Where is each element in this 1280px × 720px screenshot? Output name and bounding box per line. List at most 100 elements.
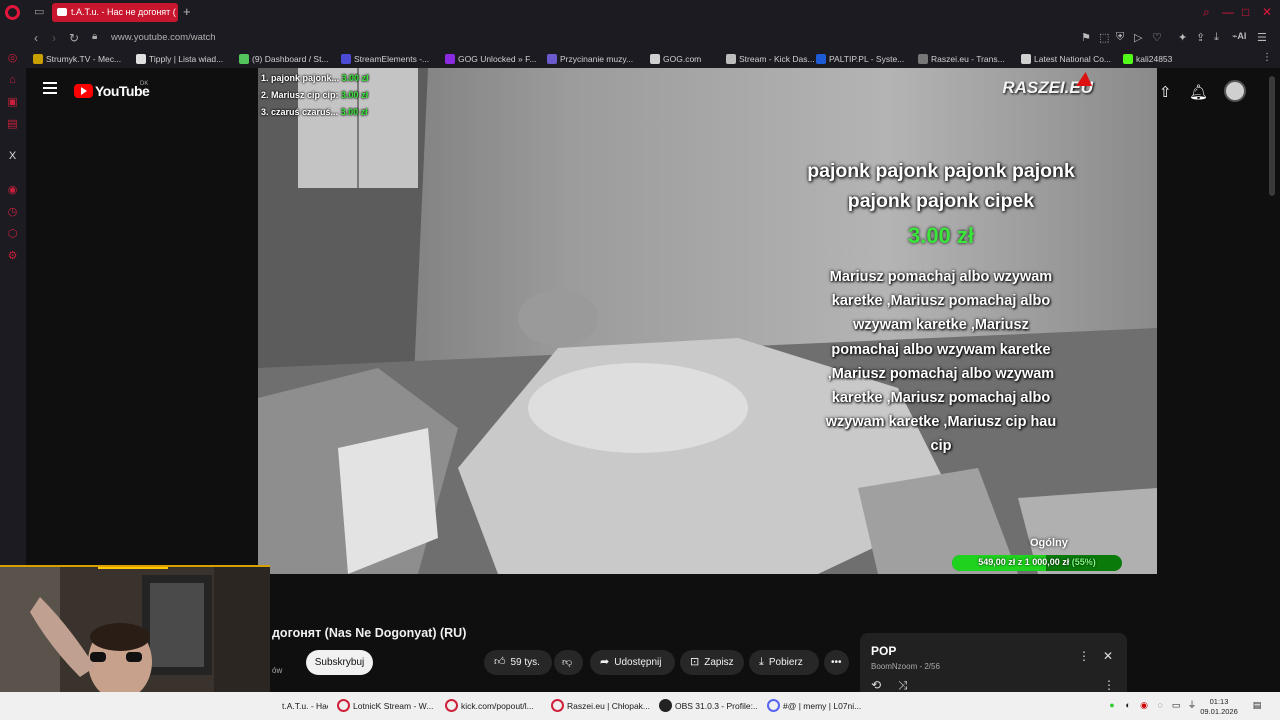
download-icon[interactable]: ⤓: [1214, 31, 1219, 44]
bookmark-favicon-icon: [726, 54, 736, 64]
scroll-thumb[interactable]: [1269, 76, 1275, 196]
bookmark-item[interactable]: PALTIP.PL - Syste...: [816, 54, 904, 64]
workspaces-icon[interactable]: ⌂: [6, 74, 19, 87]
share-label: Udostępnij: [614, 657, 662, 668]
upload-icon[interactable]: ⇧: [1159, 83, 1172, 101]
goal-percent: (55%): [1071, 557, 1096, 567]
tab-active[interactable]: t.A.T.u. - Нас не догонят (: [52, 3, 178, 22]
taskbar-item[interactable]: kick.com/popout/l...: [442, 696, 542, 716]
donation-amount: 3.00 zł: [907, 223, 975, 248]
playlist-menu-icon[interactable]: ⋮: [1103, 678, 1115, 692]
bookmark-favicon-icon: [1123, 54, 1133, 64]
more-actions-button[interactable]: •••: [824, 650, 849, 675]
tray-network-icon[interactable]: ▭: [1171, 700, 1181, 710]
bookmark-item[interactable]: StreamElements -...: [341, 54, 429, 64]
notification-center-icon[interactable]: ▤: [1252, 700, 1262, 710]
opera-logo-icon[interactable]: [5, 5, 20, 20]
heart-icon[interactable]: ♡: [1152, 31, 1162, 44]
playlist-close-icon[interactable]: ✕: [1103, 649, 1113, 663]
extensions-puzzle-icon[interactable]: ✦: [1178, 31, 1187, 44]
tray-mic-icon[interactable]: ⏚: [1187, 700, 1197, 710]
bookmarks-overflow-icon[interactable]: ⋮: [1262, 52, 1272, 63]
taskbar-item[interactable]: t.A.T.u. - Нас не до...: [274, 696, 328, 716]
dislike-button[interactable]: 👎︎: [554, 650, 583, 675]
notifications-bell-icon[interactable]: 🔔︎: [1189, 83, 1208, 101]
new-tab-icon[interactable]: +: [183, 4, 191, 19]
leaderboard-name: 2. Mariusz cip cip:: [261, 90, 339, 100]
save-button[interactable]: ⊡ Zapisz: [680, 650, 744, 675]
bookmark-label: Raszei.eu - Trans...: [931, 54, 1005, 64]
snapshot-icon[interactable]: ⬚: [1099, 31, 1109, 44]
settings-gear-icon[interactable]: ⚙: [6, 250, 19, 263]
lock-icon: 🔒︎: [92, 31, 98, 42]
url-field[interactable]: www.youtube.com/watch: [111, 32, 216, 43]
taskbar-item[interactable]: OBS 31.0.3 - Profile:...: [656, 696, 758, 716]
share-arrow-icon: ➦: [600, 656, 610, 668]
aria-ai-icon[interactable]: ⌁AI: [1232, 31, 1246, 42]
menu-hamburger-icon[interactable]: [43, 82, 57, 94]
taskbar-item[interactable]: LotnicK Stream - W...: [334, 696, 436, 716]
download-button[interactable]: ⤓ Pobierz: [749, 650, 819, 675]
play-icon[interactable]: ▷: [1134, 31, 1142, 44]
bookmark-favicon-icon: [547, 54, 557, 64]
search-tabs-icon[interactable]: ⌕: [1203, 5, 1210, 20]
avatar[interactable]: [1224, 80, 1246, 102]
bookmark-label: kali24853: [1136, 54, 1173, 64]
playlist-title[interactable]: POP: [871, 644, 896, 658]
bookmark-favicon-icon: [136, 54, 146, 64]
like-button[interactable]: 👍︎ 59 tys.: [484, 650, 552, 675]
bookmark-item[interactable]: Raszei.eu - Trans...: [918, 54, 1005, 64]
share-button[interactable]: ➦ Udostępnij: [590, 650, 675, 675]
easy-setup-icon[interactable]: ☰: [1257, 31, 1267, 44]
shuffle-icon[interactable]: ⤨: [898, 678, 908, 693]
taskbar-item[interactable]: Raszei.eu | Chłopak...: [548, 696, 650, 716]
back-icon[interactable]: ‹: [34, 31, 38, 45]
bookmark-favicon-icon: [650, 54, 660, 64]
goal-label: Ogólny: [1030, 537, 1068, 549]
loop-icon[interactable]: ⟲: [871, 678, 881, 692]
tray-circle-icon[interactable]: ◐: [1123, 700, 1133, 710]
minimize-icon[interactable]: —: [1222, 5, 1234, 19]
clock-time: 01:13: [1209, 697, 1229, 706]
extensions-icon[interactable]: ⬡: [6, 228, 19, 241]
bookmark-item[interactable]: kali24853: [1123, 54, 1172, 64]
ai-icon[interactable]: ◎: [6, 52, 19, 65]
bookmark-label: Strumyk.TV - Mec...: [46, 54, 122, 64]
history-icon[interactable]: ◷: [6, 206, 19, 219]
bookmark-item[interactable]: (9) Dashboard / St...: [239, 54, 329, 64]
circle-icon[interactable]: ◉: [6, 184, 19, 197]
close-window-icon[interactable]: ✕: [1262, 5, 1272, 19]
adblock-shield-icon[interactable]: ⛨: [1116, 31, 1124, 44]
tray-wifi-icon[interactable]: ◌: [1155, 700, 1165, 710]
playlist-subtitle[interactable]: BoomNzoom - 2/56: [871, 662, 940, 671]
tab-title: t.A.T.u. - Нас не догонят (: [71, 7, 176, 17]
forward-icon[interactable]: ›: [52, 31, 56, 45]
tray-red-icon[interactable]: ◉: [1139, 700, 1149, 710]
bookmark-item[interactable]: GOG Unlocked » F...: [445, 54, 536, 64]
bookmark-label: Latest National Co...: [1034, 54, 1112, 64]
clock[interactable]: 01:13 09.01.2026: [1199, 697, 1239, 717]
taskbar-item[interactable]: #@ | memy | L07ni...: [764, 696, 864, 716]
tab-switcher-icon[interactable]: ▭: [34, 5, 44, 18]
tray-green-icon[interactable]: ●: [1107, 700, 1117, 710]
video-player[interactable]: 1. pajonk pajonk... 3.00 zł 2. Mariusz c…: [258, 68, 1157, 574]
playlist-more-icon[interactable]: ⋮: [1078, 649, 1090, 663]
bookmark-item[interactable]: GOG.com: [650, 54, 701, 64]
bookmark-item[interactable]: Strumyk.TV - Mec...: [33, 54, 121, 64]
bookmark-item[interactable]: Przycinanie muzy...: [547, 54, 633, 64]
bookmark-item[interactable]: Tipply | Lista wiad...: [136, 54, 223, 64]
reload-icon[interactable]: ↻: [69, 31, 79, 45]
maximize-icon[interactable]: □: [1242, 5, 1249, 19]
bookmark-item[interactable]: Latest National Co...: [1021, 54, 1111, 64]
player-icon[interactable]: ▤: [6, 118, 19, 131]
x-twitter-icon[interactable]: X: [6, 150, 19, 163]
scrollbar[interactable]: [1266, 68, 1280, 692]
youtube-logo-icon[interactable]: [74, 84, 93, 98]
bookmark-icon[interactable]: ⚑: [1081, 31, 1091, 44]
bookmark-item[interactable]: Stream - Kick Das...: [726, 54, 815, 64]
taskbar: ● ◐ ◉ ◌ ▭ ⏚ 01:13 09.01.2026 ▤ t.A.T.u. …: [0, 692, 1280, 720]
subscribe-button[interactable]: Subskrybuj: [306, 650, 373, 675]
wallet-icon[interactable]: ▣: [6, 96, 19, 109]
bookmark-favicon-icon: [33, 54, 43, 64]
share-icon[interactable]: ⇪: [1196, 31, 1205, 44]
